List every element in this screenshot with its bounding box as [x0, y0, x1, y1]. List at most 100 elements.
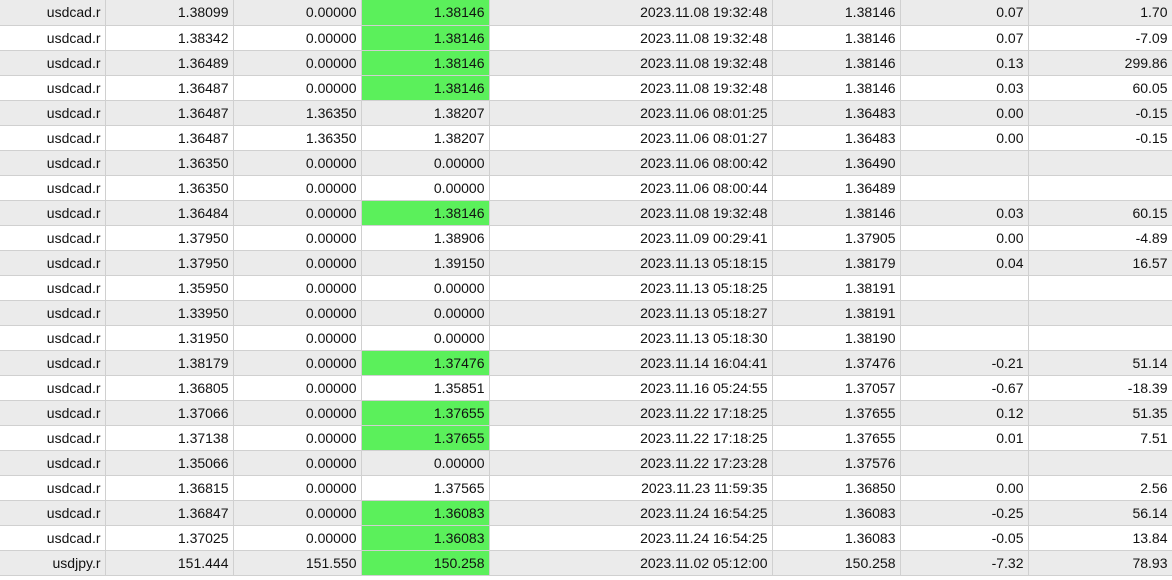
- stop-loss-cell: 0.00000: [233, 150, 362, 176]
- table-row[interactable]: usdcad.r 1.33950 0.00000 0.00000 2023.11.13 …: [0, 300, 1172, 326]
- close-price-cell: 1.36850: [772, 475, 901, 501]
- table-row[interactable]: usdcad.r 1.35066 0.00000 0.00000 2023.11.22 …: [0, 450, 1172, 476]
- symbol-cell: usdcad.r: [0, 200, 106, 226]
- close-price-cell: 1.36490: [772, 150, 901, 176]
- open-price-cell: 1.36489: [105, 50, 234, 76]
- close-time-cell: 2023.11.06 08:00:44: [489, 175, 773, 201]
- trade-history-body: usdcad.r 1.38099 0.00000 1.38146 2023.11.08 …: [0, 0, 1172, 576]
- close-time-cell: 2023.11.24 16:54:25: [489, 500, 773, 526]
- close-price-cell: 1.36083: [772, 500, 901, 526]
- close-price-cell: 1.36483: [772, 100, 901, 126]
- swap-cell: -7.32: [900, 550, 1029, 576]
- table-row[interactable]: usdcad.r 1.31950 0.00000 0.00000 2023.11.13 …: [0, 325, 1172, 351]
- stop-loss-cell: 0.00000: [233, 400, 362, 426]
- open-price-cell: 1.37066: [105, 400, 234, 426]
- close-price-cell: 1.37655: [772, 425, 901, 451]
- swap-cell: 0.01: [900, 425, 1029, 451]
- trade-history-table: usdcad.r 1.38099 0.00000 1.38146 2023.11.08 …: [0, 0, 1172, 576]
- table-row[interactable]: usdcad.r 1.35950 0.00000 0.00000 2023.11.13 …: [0, 275, 1172, 301]
- close-time-cell: 2023.11.08 19:32:48: [489, 75, 773, 101]
- table-row[interactable]: usdcad.r 1.36805 0.00000 1.35851 2023.11.16 …: [0, 375, 1172, 401]
- open-price-cell: 1.35066: [105, 450, 234, 476]
- take-profit-cell: 1.39150: [361, 250, 490, 276]
- symbol-cell: usdcad.r: [0, 300, 106, 326]
- stop-loss-cell: 0.00000: [233, 200, 362, 226]
- stop-loss-cell: 0.00000: [233, 250, 362, 276]
- close-price-cell: 1.38146: [772, 25, 901, 51]
- table-row[interactable]: usdcad.r 1.38342 0.00000 1.38146 2023.11.08 …: [0, 25, 1172, 51]
- table-row[interactable]: usdcad.r 1.37066 0.00000 1.37655 2023.11.22 …: [0, 400, 1172, 426]
- open-price-cell: 1.36487: [105, 125, 234, 151]
- close-price-cell: 1.38191: [772, 275, 901, 301]
- close-price-cell: 150.258: [772, 550, 901, 576]
- table-row[interactable]: usdcad.r 1.37138 0.00000 1.37655 2023.11.22 …: [0, 425, 1172, 451]
- swap-cell: [900, 175, 1029, 201]
- close-time-cell: 2023.11.08 19:32:48: [489, 25, 773, 51]
- table-row[interactable]: usdcad.r 1.38099 0.00000 1.38146 2023.11.08 …: [0, 0, 1172, 26]
- take-profit-cell: 1.37655: [361, 400, 490, 426]
- table-row[interactable]: usdcad.r 1.37025 0.00000 1.36083 2023.11.24 …: [0, 525, 1172, 551]
- profit-cell: [1028, 450, 1172, 476]
- profit-cell: 51.35: [1028, 400, 1172, 426]
- stop-loss-cell: 0.00000: [233, 25, 362, 51]
- open-price-cell: 1.38099: [105, 0, 234, 26]
- symbol-cell: usdcad.r: [0, 350, 106, 376]
- swap-cell: 0.07: [900, 25, 1029, 51]
- profit-cell: [1028, 275, 1172, 301]
- table-row[interactable]: usdcad.r 1.36350 0.00000 0.00000 2023.11.06 …: [0, 175, 1172, 201]
- close-price-cell: 1.38191: [772, 300, 901, 326]
- table-row[interactable]: usdjpy.r 151.444 151.550 150.258 2023.11.02 …: [0, 550, 1172, 576]
- close-price-cell: 1.36489: [772, 175, 901, 201]
- symbol-cell: usdcad.r: [0, 225, 106, 251]
- profit-cell: -7.09: [1028, 25, 1172, 51]
- take-profit-cell: 1.38146: [361, 200, 490, 226]
- open-price-cell: 1.36815: [105, 475, 234, 501]
- close-price-cell: 1.37476: [772, 350, 901, 376]
- table-row[interactable]: usdcad.r 1.37950 0.00000 1.39150 2023.11.13 …: [0, 250, 1172, 276]
- symbol-cell: usdcad.r: [0, 175, 106, 201]
- close-time-cell: 2023.11.13 05:18:25: [489, 275, 773, 301]
- take-profit-cell: 0.00000: [361, 450, 490, 476]
- take-profit-cell: 1.38146: [361, 0, 490, 26]
- take-profit-cell: 1.37655: [361, 425, 490, 451]
- profit-cell: -0.15: [1028, 100, 1172, 126]
- take-profit-cell: 0.00000: [361, 325, 490, 351]
- close-time-cell: 2023.11.16 05:24:55: [489, 375, 773, 401]
- open-price-cell: 1.36350: [105, 150, 234, 176]
- profit-cell: -18.39: [1028, 375, 1172, 401]
- table-row[interactable]: usdcad.r 1.36487 1.36350 1.38207 2023.11.06 …: [0, 100, 1172, 126]
- table-row[interactable]: usdcad.r 1.36847 0.00000 1.36083 2023.11.24 …: [0, 500, 1172, 526]
- table-row[interactable]: usdcad.r 1.36350 0.00000 0.00000 2023.11.06 …: [0, 150, 1172, 176]
- swap-cell: 0.12: [900, 400, 1029, 426]
- symbol-cell: usdcad.r: [0, 250, 106, 276]
- table-row[interactable]: usdcad.r 1.36815 0.00000 1.37565 2023.11.23 …: [0, 475, 1172, 501]
- close-time-cell: 2023.11.22 17:18:25: [489, 400, 773, 426]
- stop-loss-cell: 1.36350: [233, 100, 362, 126]
- symbol-cell: usdcad.r: [0, 50, 106, 76]
- symbol-cell: usdcad.r: [0, 425, 106, 451]
- close-time-cell: 2023.11.24 16:54:25: [489, 525, 773, 551]
- profit-cell: 1.70: [1028, 0, 1172, 26]
- table-row[interactable]: usdcad.r 1.36484 0.00000 1.38146 2023.11.08 …: [0, 200, 1172, 226]
- take-profit-cell: 1.38146: [361, 75, 490, 101]
- profit-cell: 2.56: [1028, 475, 1172, 501]
- profit-cell: [1028, 150, 1172, 176]
- open-price-cell: 1.37950: [105, 250, 234, 276]
- symbol-cell: usdcad.r: [0, 75, 106, 101]
- open-price-cell: 1.36484: [105, 200, 234, 226]
- table-row[interactable]: usdcad.r 1.37950 0.00000 1.38906 2023.11.09 …: [0, 225, 1172, 251]
- close-price-cell: 1.37905: [772, 225, 901, 251]
- swap-cell: [900, 325, 1029, 351]
- table-row[interactable]: usdcad.r 1.36489 0.00000 1.38146 2023.11.08 …: [0, 50, 1172, 76]
- close-time-cell: 2023.11.02 05:12:00: [489, 550, 773, 576]
- swap-cell: [900, 300, 1029, 326]
- table-row[interactable]: usdcad.r 1.38179 0.00000 1.37476 2023.11.14 …: [0, 350, 1172, 376]
- stop-loss-cell: 0.00000: [233, 450, 362, 476]
- take-profit-cell: 1.38207: [361, 100, 490, 126]
- symbol-cell: usdcad.r: [0, 150, 106, 176]
- swap-cell: -0.05: [900, 525, 1029, 551]
- take-profit-cell: 1.38146: [361, 25, 490, 51]
- table-row[interactable]: usdcad.r 1.36487 1.36350 1.38207 2023.11.06 …: [0, 125, 1172, 151]
- table-row[interactable]: usdcad.r 1.36487 0.00000 1.38146 2023.11.08 …: [0, 75, 1172, 101]
- take-profit-cell: 0.00000: [361, 150, 490, 176]
